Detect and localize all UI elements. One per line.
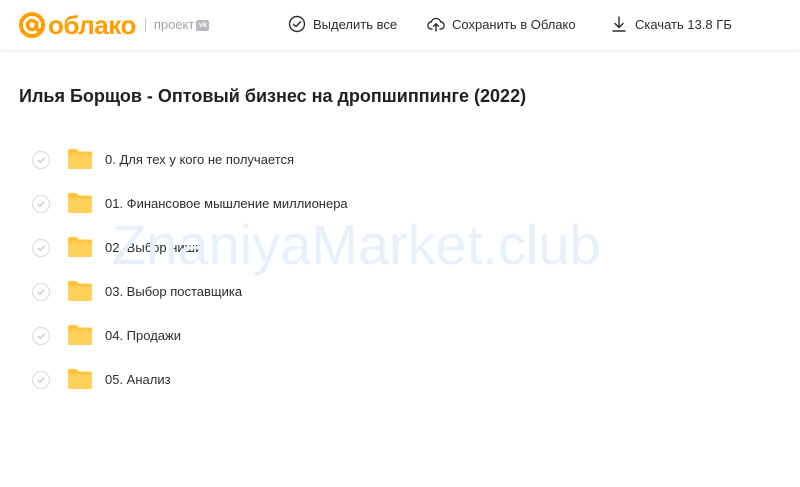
save-to-cloud-label: Сохранить в Облако [452, 16, 576, 32]
logo-text: облако [48, 10, 136, 40]
folder-name: 01. Финансовое мышление миллионера [105, 196, 348, 211]
checkmark-icon [37, 377, 45, 383]
cloud-upload-icon [427, 17, 445, 32]
folder-icon [68, 325, 92, 345]
select-checkbox[interactable] [32, 151, 50, 169]
top-header: облако проект vk Выделить все Сохранить … [0, 0, 800, 50]
select-checkbox[interactable] [32, 371, 50, 389]
download-button[interactable]: Скачать 13.8 ГБ [610, 15, 732, 33]
folder-name: 0. Для тех у кого не получается [105, 152, 295, 167]
checkmark-icon [37, 245, 45, 251]
list-item[interactable]: 02. Выбор ниши [0, 226, 800, 270]
checkmark-icon [37, 157, 45, 163]
list-item[interactable]: 03. Выбор поставщика [0, 270, 800, 314]
download-label: Скачать 13.8 ГБ [635, 16, 732, 32]
cloud-logo[interactable]: облако проект vk [18, 10, 210, 40]
folder-icon [68, 281, 92, 301]
folder-list: 0. Для тех у кого не получается 01. Фина… [0, 138, 800, 402]
folder-icon [68, 237, 92, 257]
folder-name: 03. Выбор поставщика [105, 284, 243, 299]
checkmark-icon [37, 289, 45, 295]
checkmark-icon [37, 201, 45, 207]
select-checkbox[interactable] [32, 239, 50, 257]
folder-name: 04. Продажи [105, 328, 181, 343]
list-item[interactable]: 01. Финансовое мышление миллионера [0, 182, 800, 226]
page-title: Илья Борщов - Оптовый бизнес на дропшипп… [19, 86, 527, 106]
folder-icon [68, 369, 92, 389]
download-icon [612, 16, 626, 32]
list-item[interactable]: 0. Для тех у кого не получается [0, 138, 800, 182]
list-item[interactable]: 05. Анализ [0, 358, 800, 402]
checkmark-icon [37, 333, 45, 339]
select-checkbox[interactable] [32, 195, 50, 213]
select-all-button[interactable]: Выделить все [288, 15, 397, 33]
vk-icon: vk [196, 20, 210, 31]
at-sign-logo-icon [19, 12, 45, 38]
folder-icon [68, 149, 92, 169]
folder-name: 05. Анализ [105, 372, 171, 387]
select-checkbox[interactable] [32, 283, 50, 301]
select-all-label: Выделить все [313, 16, 398, 32]
select-checkbox[interactable] [32, 327, 50, 345]
save-to-cloud-button[interactable]: Сохранить в Облако [427, 15, 576, 33]
logo-divider [144, 18, 146, 32]
logo-project-label: проект [153, 17, 195, 32]
folder-name: 02. Выбор ниши [105, 240, 203, 255]
folder-icon [68, 193, 92, 213]
check-circle-icon [288, 15, 306, 33]
list-item[interactable]: 04. Продажи [0, 314, 800, 358]
